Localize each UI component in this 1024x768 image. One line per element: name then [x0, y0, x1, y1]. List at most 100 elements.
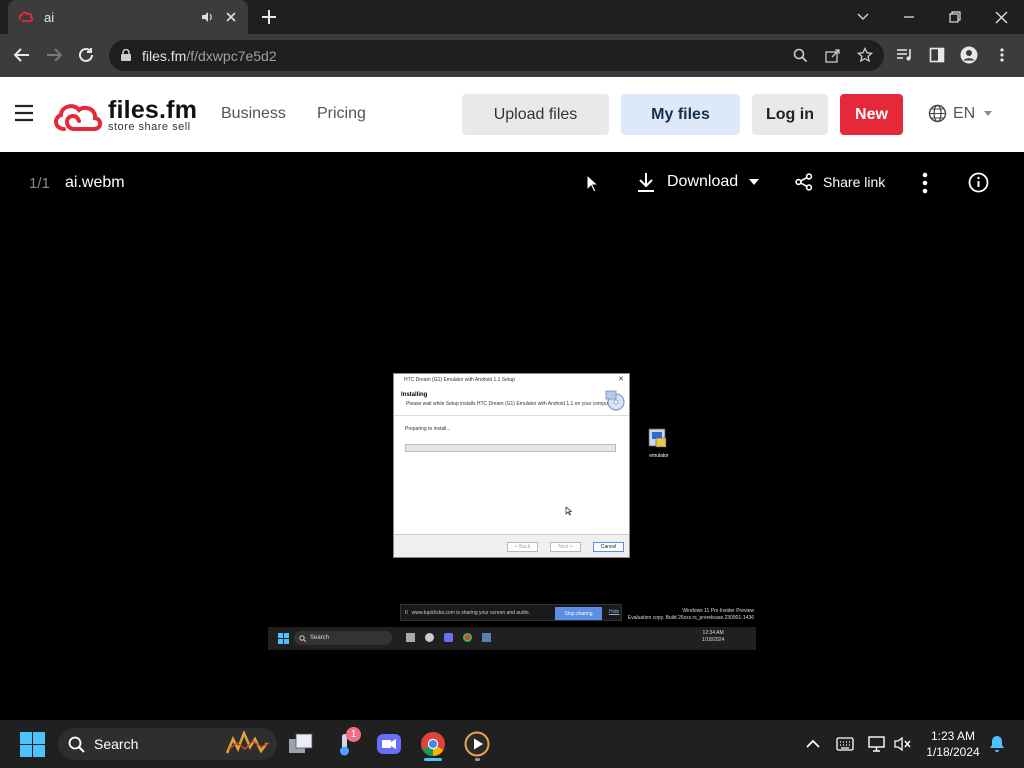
- address-bar[interactable]: files.fm/f/dxwpc7e5d2: [109, 40, 884, 71]
- recorded-chrome-icon: [463, 633, 472, 642]
- setup-next-button: Next >: [550, 542, 581, 552]
- desktop-shortcut: emulator: [646, 426, 670, 460]
- more-options-icon[interactable]: [921, 172, 929, 194]
- setup-title: HTC Dream (G1) Emulator with Android 1.1…: [404, 377, 515, 383]
- media-controls-button[interactable]: [892, 42, 918, 68]
- system-clock[interactable]: 1:23 AM 1/18/2024: [920, 728, 986, 760]
- setup-back-button: < Back: [507, 542, 538, 552]
- close-icon: [995, 11, 1007, 23]
- back-button[interactable]: [9, 42, 35, 68]
- new-tab-icon[interactable]: [259, 7, 279, 27]
- tab-close-icon[interactable]: [224, 10, 238, 24]
- lock-icon[interactable]: [120, 49, 132, 62]
- download-button[interactable]: Download: [636, 172, 760, 192]
- video-cursor-icon: [565, 506, 572, 516]
- upload-files-button[interactable]: Upload files: [462, 94, 609, 135]
- setup-dialog-frame: HTC Dream (G1) Emulator with Android 1.1…: [393, 373, 630, 558]
- video-chat-icon: [377, 734, 401, 754]
- setup-titlebar: HTC Dream (G1) Emulator with Android 1.1…: [394, 374, 629, 386]
- forward-button[interactable]: [41, 42, 67, 68]
- watermark-line-2: Evaluation copy. Build 26xxx.rs_prerelea…: [627, 615, 754, 621]
- setup-progress-bar: [405, 444, 616, 452]
- browser-tab-strip: ai: [0, 0, 1024, 34]
- recorded-taskbar: Search 12:34 AM 1/18/2024: [268, 627, 756, 650]
- caret-down-icon: [984, 111, 993, 116]
- recorded-pinned-apps: [406, 633, 496, 644]
- setup-subheading: Please wait while Setup installs HTC Dre…: [406, 401, 615, 407]
- taskbar-media-app[interactable]: [462, 729, 492, 761]
- media-queue-icon: [897, 49, 911, 61]
- share-link-label: Share link: [823, 174, 886, 190]
- task-view-icon: [289, 733, 313, 753]
- show-hidden-icons-button[interactable]: [798, 729, 828, 759]
- chevron-up-icon: [806, 739, 820, 748]
- recorded-search-box: Search: [294, 631, 392, 645]
- restore-button[interactable]: [932, 0, 978, 34]
- volume-button[interactable]: [888, 729, 918, 759]
- windows-start-icon[interactable]: [20, 732, 45, 757]
- caret-down-icon: [749, 179, 760, 185]
- browser-tab[interactable]: ai: [8, 0, 248, 34]
- setup-footer: < Back Next > Cancel: [394, 534, 629, 557]
- new-button[interactable]: New: [840, 94, 903, 135]
- url-path: /f/dxwpc7e5d2: [186, 47, 277, 64]
- tab-search-button[interactable]: [840, 0, 886, 34]
- side-panel-button[interactable]: [924, 42, 950, 68]
- my-files-button[interactable]: My files: [621, 94, 740, 135]
- recorded-clock: 12:34 AM 1/18/2024: [702, 630, 724, 644]
- download-icon: [638, 173, 654, 192]
- reload-button[interactable]: [73, 42, 99, 68]
- recorded-time: 12:34 AM: [702, 630, 724, 636]
- nav-business[interactable]: Business: [221, 105, 286, 123]
- setup-status: Preparing to install...: [405, 426, 451, 432]
- side-panel-icon: [929, 47, 945, 63]
- zoom-search-icon[interactable]: [793, 48, 808, 63]
- taskbar-chrome-app[interactable]: [418, 729, 448, 761]
- share-page-icon[interactable]: [825, 48, 841, 63]
- share-link-button[interactable]: Share link: [795, 173, 885, 191]
- taskbar-thermometer-app[interactable]: 1: [332, 727, 362, 759]
- back-arrow-icon: [13, 48, 29, 62]
- installer-disc-icon: [605, 390, 625, 411]
- files-fm-favicon-icon: [18, 11, 33, 22]
- tab-title: ai: [44, 9, 55, 25]
- recorded-taskview-icon: [406, 633, 415, 642]
- search-highlight-art-icon: [225, 731, 270, 754]
- desktop-shortcut-label: emulator: [649, 453, 669, 459]
- profile-button[interactable]: [956, 42, 982, 68]
- share-message: www.tupiclicks.com is sharing your scree…: [411, 609, 530, 616]
- url-host: files.fm: [142, 47, 187, 64]
- volume-muted-icon: [894, 736, 911, 752]
- nav-pricing[interactable]: Pricing: [317, 105, 366, 123]
- recorded-search-icon: [299, 634, 306, 642]
- bookmark-star-icon[interactable]: [857, 47, 873, 63]
- language-selector[interactable]: EN: [928, 104, 993, 123]
- recorded-widgets-icon: [425, 633, 434, 642]
- profile-avatar-icon: [960, 46, 978, 64]
- notifications-button[interactable]: [982, 729, 1012, 759]
- active-app-indicator: [424, 758, 442, 761]
- close-window-button[interactable]: [978, 0, 1024, 34]
- log-in-button[interactable]: Log in: [752, 94, 828, 135]
- browser-toolbar: files.fm/f/dxwpc7e5d2: [0, 34, 1024, 77]
- info-icon[interactable]: [968, 172, 989, 193]
- hamburger-menu-icon[interactable]: [14, 104, 34, 122]
- clock-time: 1:23 AM: [930, 729, 976, 743]
- files-fm-logo-icon[interactable]: [52, 99, 104, 134]
- network-icon: [868, 736, 885, 752]
- setup-close-icon: ✕: [618, 376, 624, 383]
- chrome-icon: [421, 732, 445, 756]
- tab-audio-icon[interactable]: [200, 10, 214, 24]
- hide-banner-link: Hide: [609, 609, 620, 615]
- bell-icon: [990, 736, 1004, 752]
- task-view-button[interactable]: [286, 729, 316, 759]
- screen-share-banner: II www.tupiclicks.com is sharing your sc…: [400, 604, 622, 621]
- chevron-down-icon: [857, 13, 869, 21]
- file-counter: 1/1: [29, 175, 50, 192]
- taskbar-teams-app[interactable]: [374, 729, 404, 759]
- chrome-menu-button[interactable]: [989, 42, 1015, 68]
- kebab-menu-icon: [1000, 48, 1004, 62]
- windows-watermark: Windows 11 Pro Insider Preview Evaluatio…: [620, 608, 754, 622]
- minimize-button[interactable]: [886, 0, 932, 34]
- keyboard-button[interactable]: [830, 729, 860, 759]
